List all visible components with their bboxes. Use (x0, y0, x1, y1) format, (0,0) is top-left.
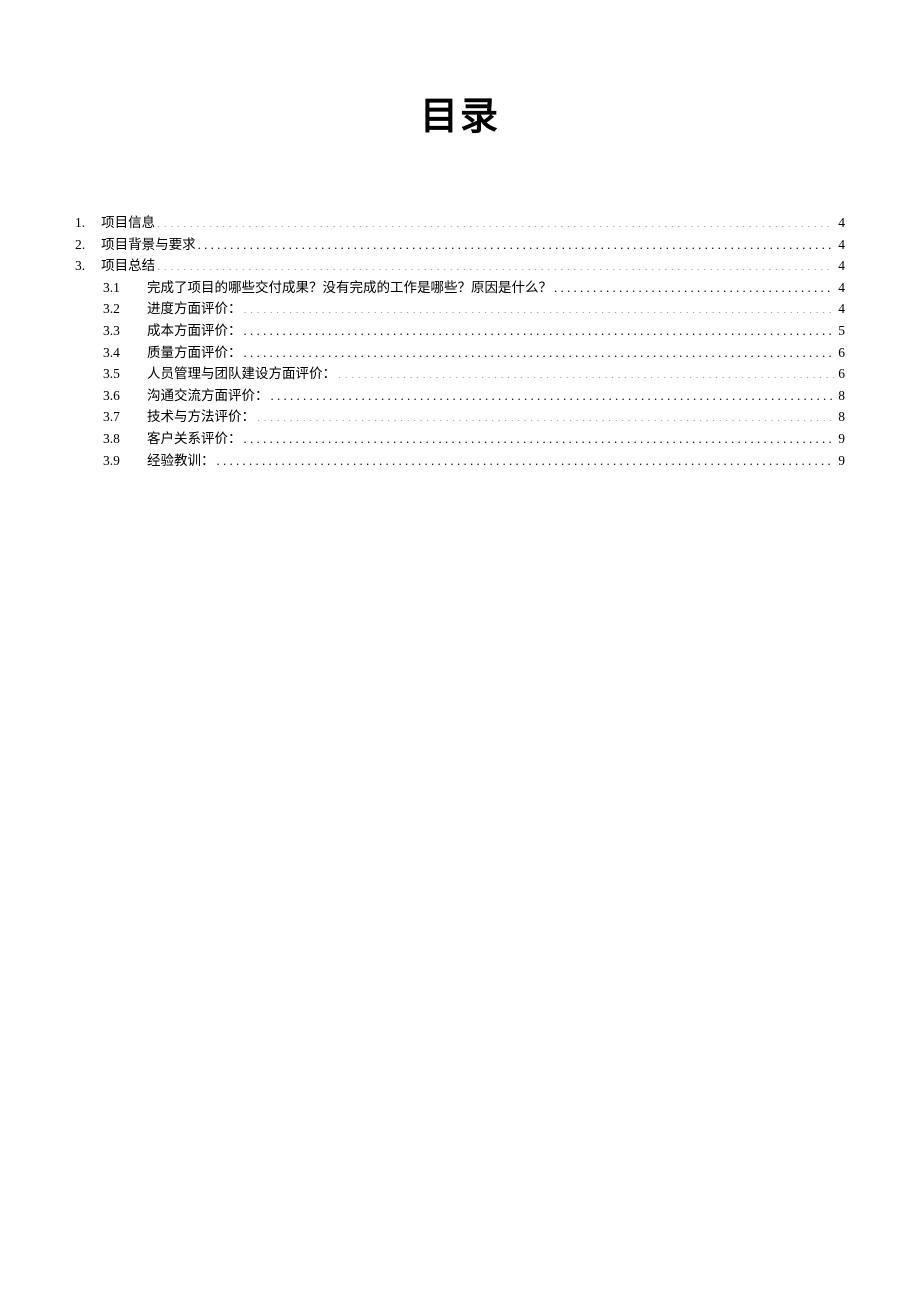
toc-leader-dots (157, 214, 834, 228)
toc-label: 技术与方法评价： (147, 406, 255, 428)
toc-leader-dots (217, 451, 835, 465)
toc-entry[interactable]: 1.项目信息 4 (75, 212, 845, 234)
toc-leader-dots (257, 408, 834, 422)
toc-number: 3.4 (103, 342, 147, 364)
toc-number: 3.2 (103, 298, 147, 320)
toc-entry[interactable]: 3.5人员管理与团队建设方面评价： 6 (75, 363, 845, 385)
toc-entry[interactable]: 3.1完成了项目的哪些交付成果？没有完成的工作是哪些？原因是什么？ 4 (75, 277, 845, 299)
toc-label: 进度方面评价： (147, 298, 242, 320)
toc-number: 3.3 (103, 320, 147, 342)
toc-page-number: 4 (836, 255, 845, 277)
toc-label: 项目背景与要求 (101, 234, 196, 256)
toc-leader-dots (244, 321, 835, 335)
toc-page-number: 8 (836, 385, 845, 407)
toc-number: 3.1 (103, 277, 147, 299)
toc-entry[interactable]: 3.8客户关系评价： 9 (75, 428, 845, 450)
toc-page-number: 4 (836, 234, 845, 256)
toc-number: 3.5 (103, 363, 147, 385)
toc-leader-dots (554, 278, 834, 292)
toc-entry[interactable]: 3.3成本方面评价： 5 (75, 320, 845, 342)
toc-number: 3. (75, 255, 101, 277)
toc-label: 人员管理与团队建设方面评价： (147, 363, 336, 385)
page-title: 目录 (75, 85, 845, 140)
toc-label: 沟通交流方面评价： (147, 385, 269, 407)
toc-number: 1. (75, 212, 101, 234)
toc-entry[interactable]: 3.项目总结 4 (75, 255, 845, 277)
toc-entry[interactable]: 2.项目背景与要求 4 (75, 234, 845, 256)
toc-leader-dots (157, 257, 834, 271)
toc-number: 3.9 (103, 450, 147, 472)
toc-label: 经验教训： (147, 450, 215, 472)
toc-leader-dots (198, 235, 835, 249)
toc-entry[interactable]: 3.2进度方面评价： 4 (75, 298, 845, 320)
toc-label: 项目总结 (101, 255, 155, 277)
toc-entry[interactable]: 3.7技术与方法评价： 8 (75, 406, 845, 428)
toc-page-number: 6 (836, 363, 845, 385)
toc-page-number: 4 (836, 212, 845, 234)
table-of-contents: 1.项目信息42.项目背景与要求43.项目总结43.1完成了项目的哪些交付成果？… (75, 212, 845, 471)
toc-label: 质量方面评价： (147, 342, 242, 364)
toc-entry[interactable]: 3.6沟通交流方面评价： 8 (75, 385, 845, 407)
toc-page-number: 9 (836, 428, 845, 450)
toc-page-number: 4 (836, 277, 845, 299)
toc-page-number: 6 (836, 342, 845, 364)
toc-page-number: 8 (836, 406, 845, 428)
toc-number: 3.6 (103, 385, 147, 407)
toc-entry[interactable]: 3.4质量方面评价： 6 (75, 342, 845, 364)
toc-label: 完成了项目的哪些交付成果？没有完成的工作是哪些？原因是什么？ (147, 277, 552, 299)
toc-label: 成本方面评价： (147, 320, 242, 342)
toc-page-number: 9 (836, 450, 845, 472)
toc-label: 客户关系评价： (147, 428, 242, 450)
toc-label: 项目信息 (101, 212, 155, 234)
toc-number: 3.7 (103, 406, 147, 428)
toc-leader-dots (244, 429, 835, 443)
toc-page-number: 4 (836, 298, 845, 320)
toc-leader-dots (271, 386, 835, 400)
toc-leader-dots (244, 300, 835, 314)
toc-leader-dots (244, 343, 835, 357)
toc-number: 3.8 (103, 428, 147, 450)
toc-leader-dots (338, 365, 834, 379)
toc-entry[interactable]: 3.9经验教训： 9 (75, 450, 845, 472)
toc-number: 2. (75, 234, 101, 256)
toc-page-number: 5 (836, 320, 845, 342)
